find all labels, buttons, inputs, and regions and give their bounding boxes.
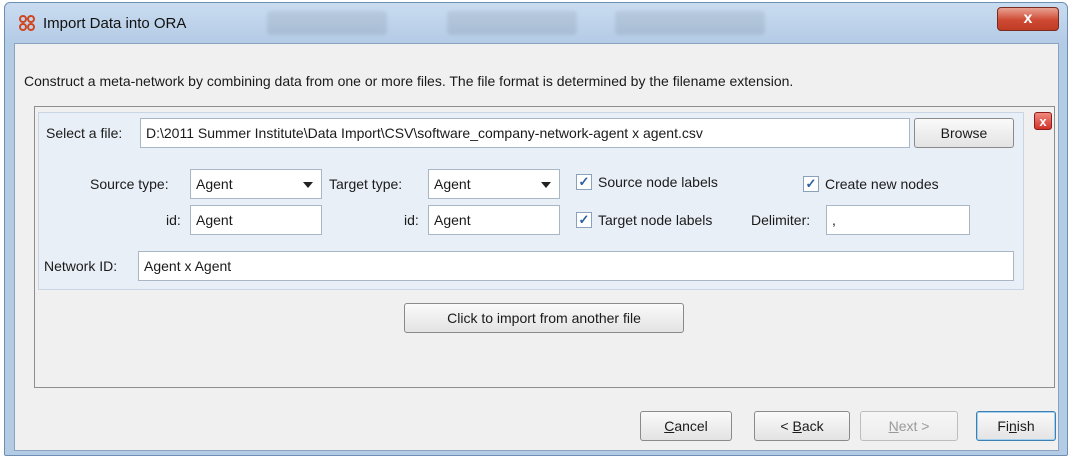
target-id-input[interactable]: Agent (428, 205, 560, 235)
select-file-label: Select a file: (46, 125, 123, 141)
source-id-input[interactable]: Agent (190, 205, 322, 235)
back-button[interactable]: < Back (754, 411, 850, 441)
finish-button[interactable]: Finish (976, 411, 1056, 441)
cancel-button[interactable]: Cancel (640, 411, 732, 441)
source-id-label: id: (166, 212, 181, 228)
background-taskbar-blur (447, 11, 577, 35)
target-type-select[interactable]: Agent (428, 169, 560, 199)
next-label-suffix: ext > (898, 418, 930, 434)
remove-file-icon[interactable]: x (1034, 112, 1052, 130)
target-type-label: Target type: (329, 176, 403, 192)
next-mnemonic: N (888, 418, 899, 434)
finish-mnemonic: n (1008, 418, 1017, 434)
target-id-label: id: (404, 212, 419, 228)
create-new-nodes-checkbox[interactable]: ✓ (803, 176, 819, 192)
chevron-down-icon (303, 182, 313, 188)
background-taskbar-blur (267, 11, 387, 35)
finish-label-suffix: ish (1016, 418, 1035, 434)
target-node-labels-checkbox[interactable]: ✓ (576, 212, 592, 228)
source-type-label: Source type: (90, 176, 169, 192)
create-new-nodes-label: Create new nodes (825, 176, 939, 192)
back-mnemonic: B (792, 418, 802, 434)
close-icon: x (1023, 10, 1033, 27)
network-id-input[interactable]: Agent x Agent (138, 251, 1014, 281)
delimiter-input[interactable]: , (826, 205, 970, 235)
back-label-prefix: < (780, 418, 793, 434)
source-type-value: Agent (196, 176, 233, 192)
window-title: Import Data into ORA (43, 15, 187, 32)
cancel-mnemonic: C (664, 418, 675, 434)
delimiter-label: Delimiter: (751, 212, 811, 228)
ora-app-icon (19, 15, 35, 31)
source-node-labels-checkbox[interactable]: ✓ (576, 174, 592, 190)
back-label-suffix: ack (801, 418, 824, 434)
source-type-select[interactable]: Agent (190, 169, 322, 199)
cancel-label-suffix: ancel (674, 418, 708, 434)
source-node-labels-label: Source node labels (598, 174, 718, 190)
file-path-input[interactable]: D:\2011 Summer Institute\Data Import\CSV… (140, 118, 910, 148)
import-another-file-button[interactable]: Click to import from another file (404, 303, 684, 333)
close-button[interactable]: x (997, 7, 1059, 31)
description-text: Construct a meta-network by combining da… (24, 73, 794, 89)
title-bar[interactable]: Import Data into ORA x (5, 3, 1067, 43)
background-taskbar-blur (615, 11, 765, 35)
target-type-value: Agent (434, 176, 471, 192)
browse-button[interactable]: Browse (914, 118, 1014, 148)
target-node-labels-label: Target node labels (598, 212, 713, 228)
finish-label-prefix: Fi (997, 418, 1009, 434)
next-button[interactable]: Next > (860, 411, 958, 441)
network-id-label: Network ID: (44, 258, 118, 274)
chevron-down-icon (541, 182, 551, 188)
